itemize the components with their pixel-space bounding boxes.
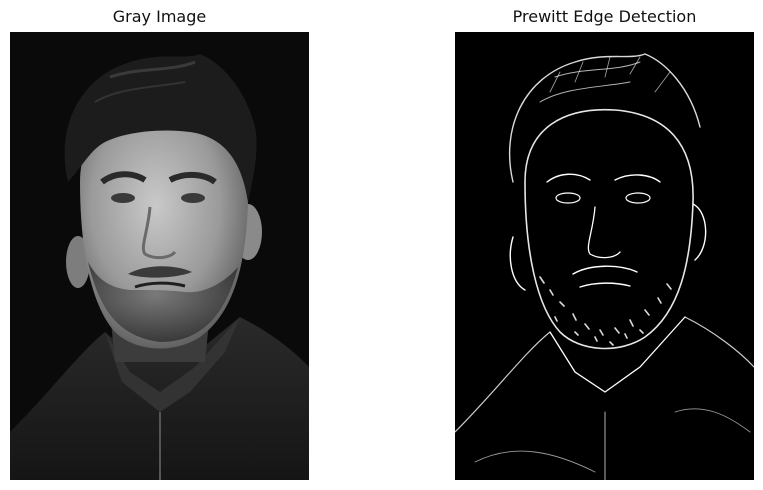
gray-image-title: Gray Image (112, 7, 207, 26)
edge-image (455, 32, 754, 480)
gray-image (10, 32, 309, 480)
edge-image-title: Prewitt Edge Detection (512, 7, 697, 26)
edge-portrait-illustration (455, 32, 754, 480)
gray-portrait-illustration (10, 32, 309, 480)
